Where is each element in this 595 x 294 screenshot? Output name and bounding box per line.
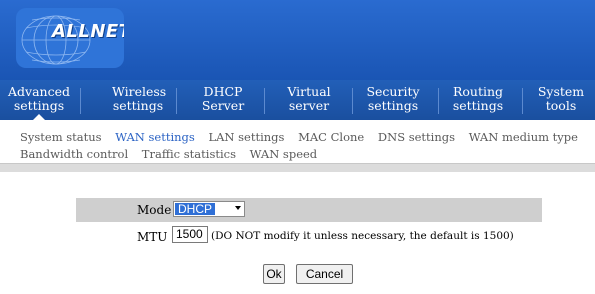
- subnav-dns-settings[interactable]: DNS settings: [378, 130, 455, 144]
- nav-divider: [352, 88, 353, 114]
- sub-nav-row: Bandwidth control Traffic statistics WAN…: [20, 147, 327, 161]
- nav-divider: [522, 88, 523, 114]
- mode-select-value: DHCP: [175, 203, 216, 215]
- nav-label: Security: [366, 84, 420, 99]
- mode-label: Mode: [137, 203, 172, 217]
- nav-security-settings[interactable]: Security settings: [365, 80, 421, 120]
- section-divider: [0, 163, 595, 172]
- subnav-lan-settings[interactable]: LAN settings: [208, 130, 284, 144]
- sub-nav: System status WAN settings LAN settings …: [0, 120, 595, 162]
- cancel-button[interactable]: Cancel: [296, 264, 353, 284]
- nav-label: Wireless: [112, 84, 167, 99]
- allnet-logo: ALLNET ®: [16, 8, 124, 68]
- nav-divider: [176, 88, 177, 114]
- nav-label: tools: [545, 98, 577, 113]
- nav-wireless-settings[interactable]: Wireless settings: [112, 80, 167, 120]
- nav-divider: [264, 88, 265, 114]
- nav-label: System: [537, 84, 585, 99]
- nav-label: settings: [367, 98, 419, 113]
- brand-name: ALLNET: [52, 21, 124, 42]
- nav-system-tools[interactable]: System tools: [536, 80, 586, 120]
- nav-label: settings: [452, 98, 504, 113]
- subnav-wan-medium-type[interactable]: WAN medium type: [469, 130, 578, 144]
- sub-nav-row: System status WAN settings LAN settings …: [20, 130, 588, 144]
- chevron-down-icon: [235, 206, 241, 210]
- nav-label: settings: [112, 98, 164, 113]
- subnav-system-status[interactable]: System status: [20, 130, 102, 144]
- ok-button[interactable]: Ok: [263, 264, 285, 284]
- nav-advanced-settings[interactable]: Advanced settings: [8, 80, 70, 120]
- nav-label: Server: [201, 98, 245, 113]
- main-nav: Advanced settings Wireless settings DHCP…: [0, 80, 595, 120]
- mtu-label: MTU: [137, 230, 168, 244]
- nav-divider: [80, 88, 81, 114]
- wan-settings-form: Mode DHCP MTU 1500 (DO NOT modify it unl…: [0, 172, 595, 294]
- subnav-bandwidth-control[interactable]: Bandwidth control: [20, 147, 128, 161]
- header-banner: ALLNET ®: [0, 0, 595, 80]
- mtu-input[interactable]: 1500: [172, 226, 208, 243]
- subnav-wan-speed[interactable]: WAN speed: [250, 147, 318, 161]
- subnav-wan-settings[interactable]: WAN settings: [115, 130, 195, 144]
- nav-label: Advanced: [8, 84, 70, 99]
- nav-virtual-server[interactable]: Virtual server: [285, 80, 333, 120]
- nav-routing-settings[interactable]: Routing settings: [450, 80, 506, 120]
- nav-label: Routing: [452, 84, 504, 99]
- nav-label: server: [288, 98, 330, 113]
- nav-label: Virtual: [287, 84, 331, 99]
- subnav-mac-clone[interactable]: MAC Clone: [298, 130, 364, 144]
- subnav-traffic-statistics[interactable]: Traffic statistics: [142, 147, 236, 161]
- nav-label: DHCP: [203, 84, 243, 99]
- nav-dhcp-server[interactable]: DHCP Server: [200, 80, 246, 120]
- mode-select[interactable]: DHCP: [173, 201, 245, 217]
- mtu-note: (DO NOT modify it unless necessary, the …: [211, 230, 514, 242]
- nav-divider: [438, 88, 439, 114]
- nav-label: settings: [13, 98, 65, 113]
